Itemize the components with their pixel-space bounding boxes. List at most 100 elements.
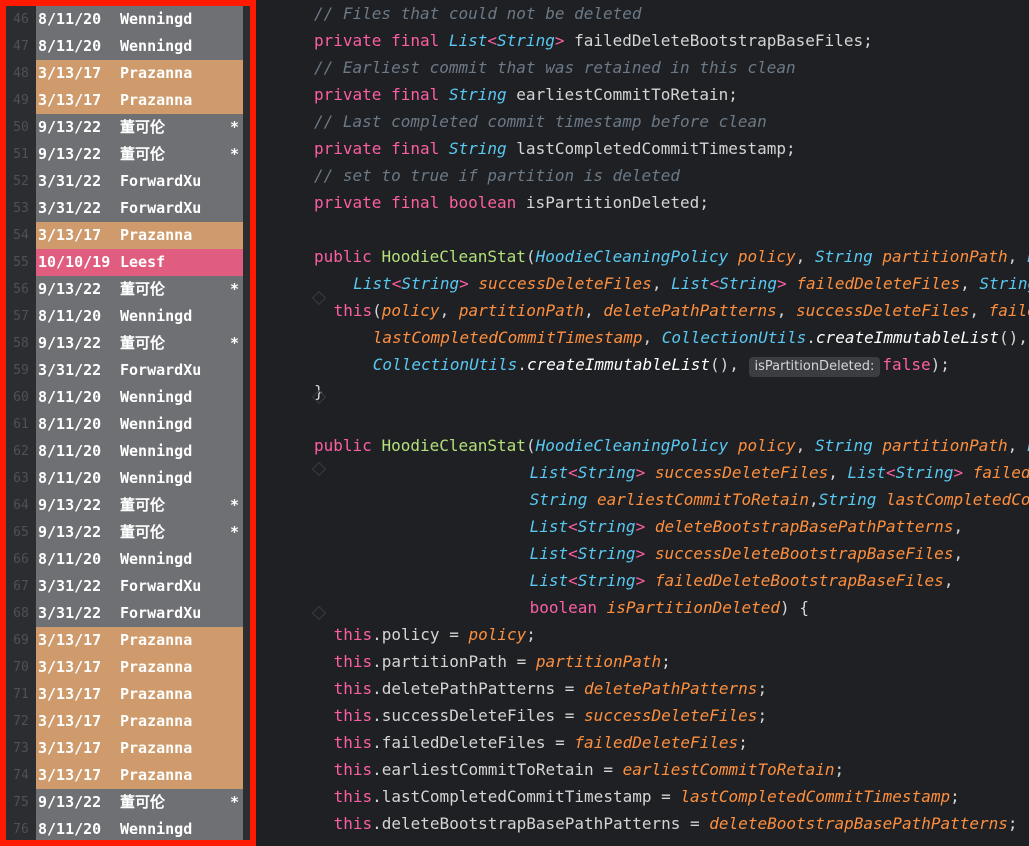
blame-annotation[interactable]: 9/13/22 董可伦 * <box>36 276 243 303</box>
blame-row[interactable]: 58 9/13/22 董可伦 * <box>6 330 250 357</box>
blame-annotation[interactable]: 10/10/19 Leesf <box>36 249 243 276</box>
code-line[interactable]: List<String> failedDeleteBootstrapBaseFi… <box>530 567 954 594</box>
blame-row[interactable]: 71 3/13/17 Prazanna <box>6 681 250 708</box>
code-line[interactable]: // Files that could not be deleted <box>314 0 642 27</box>
blame-row[interactable]: 66 8/11/20 Wenningd <box>6 546 250 573</box>
blame-row[interactable]: 49 3/13/17 Prazanna <box>6 87 250 114</box>
code-line[interactable]: this.earliestCommitToRetain = earliestCo… <box>334 756 845 783</box>
code-line[interactable]: String earliestCommitToRetain,String las… <box>530 486 1029 513</box>
code-line[interactable]: // set to true if partition is deleted <box>314 162 680 189</box>
blame-row[interactable]: 62 8/11/20 Wenningd <box>6 438 250 465</box>
blame-row[interactable]: 51 9/13/22 董可伦 * <box>6 141 250 168</box>
blame-annotation[interactable]: 3/31/22 ForwardXu <box>36 600 243 627</box>
code-line[interactable]: this.deletePathPatterns = deletePathPatt… <box>334 675 767 702</box>
blame-annotation[interactable]: 8/11/20 Wenningd <box>36 33 243 60</box>
blame-row[interactable]: 60 8/11/20 Wenningd <box>6 384 250 411</box>
code-line[interactable]: private final List<String> failedDeleteB… <box>314 27 873 54</box>
code-token: ) { <box>780 598 809 617</box>
blame-row[interactable]: 69 3/13/17 Prazanna <box>6 627 250 654</box>
blame-annotation[interactable]: 9/13/22 董可伦 * <box>36 789 243 816</box>
blame-row[interactable]: 52 3/31/22 ForwardXu <box>6 168 250 195</box>
code-line[interactable]: List<String> deleteBootstrapBasePathPatt… <box>530 513 964 540</box>
code-line[interactable]: List<String> successDeleteFiles, List<St… <box>530 459 1029 486</box>
blame-row[interactable]: 47 8/11/20 Wenningd <box>6 33 250 60</box>
line-number: 49 <box>6 87 36 114</box>
code-line[interactable]: private final String lastCompletedCommit… <box>314 135 796 162</box>
code-token: String <box>577 544 636 563</box>
code-line[interactable]: public HoodieCleanStat(HoodieCleaningPol… <box>314 243 1029 270</box>
code-line[interactable]: // Earliest commit that was retained in … <box>314 54 796 81</box>
code-editor[interactable]: // Files that could not be deleted privat… <box>256 0 1029 846</box>
blame-annotation[interactable]: 3/13/17 Prazanna <box>36 60 243 87</box>
blame-annotation[interactable]: 9/13/22 董可伦 * <box>36 492 243 519</box>
code-token: ; <box>950 787 960 806</box>
code-line[interactable]: this.successDeleteFiles = successDeleteF… <box>334 702 767 729</box>
code-line[interactable]: this.lastCompletedCommitTimestamp = last… <box>334 783 960 810</box>
blame-row[interactable]: 61 8/11/20 Wenningd <box>6 411 250 438</box>
code-line[interactable]: public HoodieCleanStat(HoodieCleaningPol… <box>314 432 1029 459</box>
blame-annotation[interactable]: 3/31/22 ForwardXu <box>36 195 243 222</box>
code-line[interactable]: private final String earliestCommitToRet… <box>314 81 738 108</box>
line-number: 52 <box>6 168 36 195</box>
blame-annotation[interactable]: 3/13/17 Prazanna <box>36 708 243 735</box>
blame-row[interactable]: 68 3/31/22 ForwardXu <box>6 600 250 627</box>
blame-annotation[interactable]: 3/13/17 Prazanna <box>36 762 243 789</box>
fold-marker-icon[interactable] <box>311 461 327 477</box>
blame-row[interactable]: 50 9/13/22 董可伦 * <box>6 114 250 141</box>
blame-row[interactable]: 46 8/11/20 Wenningd <box>6 6 250 33</box>
blame-row[interactable]: 56 9/13/22 董可伦 * <box>6 276 250 303</box>
blame-annotation[interactable]: 3/13/17 Prazanna <box>36 222 243 249</box>
fold-marker-icon[interactable] <box>311 290 327 306</box>
blame-annotation[interactable]: 3/13/17 Prazanna <box>36 627 243 654</box>
blame-row[interactable]: 70 3/13/17 Prazanna <box>6 654 250 681</box>
blame-annotation[interactable]: 8/11/20 Wenningd <box>36 438 243 465</box>
blame-annotation[interactable]: 9/13/22 董可伦 * <box>36 114 243 141</box>
code-line[interactable]: this.deleteBootstrapBasePathPatterns = d… <box>334 810 1018 837</box>
blame-row[interactable]: 53 3/31/22 ForwardXu <box>6 195 250 222</box>
blame-row[interactable]: 48 3/13/17 Prazanna <box>6 60 250 87</box>
blame-row[interactable]: 63 8/11/20 Wenningd <box>6 465 250 492</box>
fold-marker-icon[interactable] <box>311 605 327 621</box>
code-line[interactable]: List<String> successDeleteFiles, List<St… <box>353 270 1029 297</box>
code-line[interactable]: lastCompletedCommitTimestamp, Collection… <box>373 324 1028 351</box>
blame-annotation[interactable]: 8/11/20 Wenningd <box>36 546 243 573</box>
code-line[interactable]: this.policy = policy; <box>334 621 536 648</box>
blame-row[interactable]: 65 9/13/22 董可伦 * <box>6 519 250 546</box>
blame-annotation[interactable]: 3/13/17 Prazanna <box>36 735 243 762</box>
blame-row[interactable]: 59 3/31/22 ForwardXu <box>6 357 250 384</box>
blame-annotation[interactable]: 3/31/22 ForwardXu <box>36 573 243 600</box>
code-line[interactable]: CollectionUtils.createImmutableList(), i… <box>373 351 950 378</box>
blame-row[interactable]: 72 3/13/17 Prazanna <box>6 708 250 735</box>
code-line[interactable]: this(policy, partitionPath, deletePathPa… <box>334 297 1029 324</box>
blame-annotation[interactable]: 3/31/22 ForwardXu <box>36 168 243 195</box>
code-line[interactable]: List<String> successDeleteBootstrapBaseF… <box>530 540 964 567</box>
blame-annotation[interactable]: 9/13/22 董可伦 * <box>36 330 243 357</box>
blame-annotation[interactable]: 8/11/20 Wenningd <box>36 303 243 330</box>
blame-row[interactable]: 64 9/13/22 董可伦 * <box>6 492 250 519</box>
blame-annotation[interactable]: 3/13/17 Prazanna <box>36 87 243 114</box>
blame-row[interactable]: 74 3/13/17 Prazanna <box>6 762 250 789</box>
blame-annotation[interactable]: 8/11/20 Wenningd <box>36 411 243 438</box>
code-line[interactable]: this.failedDeleteFiles = failedDeleteFil… <box>334 729 748 756</box>
blame-annotation[interactable]: 9/13/22 董可伦 * <box>36 519 243 546</box>
blame-row[interactable]: 73 3/13/17 Prazanna <box>6 735 250 762</box>
blame-annotation[interactable]: 8/11/20 Wenningd <box>36 465 243 492</box>
blame-row[interactable]: 57 8/11/20 Wenningd <box>6 303 250 330</box>
code-line[interactable]: this.partitionPath = partitionPath; <box>334 648 671 675</box>
blame-annotation[interactable]: 3/13/17 Prazanna <box>36 654 243 681</box>
blame-annotation[interactable]: 8/11/20 Wenningd <box>36 816 243 840</box>
code-line[interactable]: private final boolean isPartitionDeleted… <box>314 189 709 216</box>
blame-annotation[interactable]: 8/11/20 Wenningd <box>36 384 243 411</box>
code-line[interactable]: boolean isPartitionDeleted) { <box>530 594 809 621</box>
blame-annotation[interactable]: 8/11/20 Wenningd <box>36 6 243 33</box>
blame-row[interactable]: 67 3/31/22 ForwardXu <box>6 573 250 600</box>
blame-annotation[interactable]: 3/13/17 Prazanna <box>36 681 243 708</box>
blame-row[interactable]: 75 9/13/22 董可伦 * <box>6 789 250 816</box>
blame-row[interactable]: 76 8/11/20 Wenningd <box>6 816 250 840</box>
blame-row[interactable]: 54 3/13/17 Prazanna <box>6 222 250 249</box>
blame-annotation[interactable]: 9/13/22 董可伦 * <box>36 141 243 168</box>
code-line[interactable]: // Last completed commit timestamp befor… <box>314 108 767 135</box>
blame-annotation[interactable]: 3/31/22 ForwardXu <box>36 357 243 384</box>
blame-row[interactable]: 55 10/10/19 Leesf <box>6 249 250 276</box>
code-token: earliestCommitToRetain; <box>516 85 738 104</box>
